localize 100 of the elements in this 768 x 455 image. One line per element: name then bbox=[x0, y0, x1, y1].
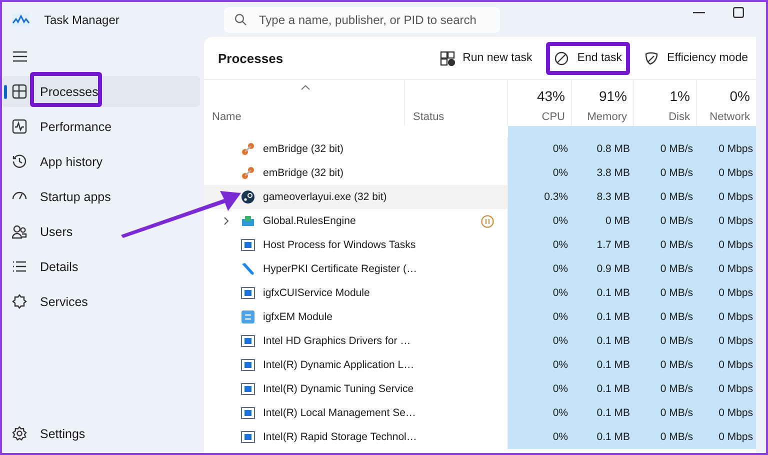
search-field[interactable]: Type a name, publisher, or PID to search bbox=[224, 6, 500, 32]
toolbar-icon bbox=[644, 50, 660, 66]
table-cell: 0 Mbps bbox=[697, 329, 756, 353]
sidebar-item[interactable]: App history bbox=[2, 146, 200, 177]
toolbar-button[interactable]: Efficiency mode bbox=[636, 42, 756, 74]
table-cell: 0 MB/s bbox=[634, 353, 697, 377]
table-cell: 0% bbox=[508, 305, 572, 329]
table-cell: 0 Mbps bbox=[697, 281, 756, 305]
table-cell: 0 Mbps bbox=[697, 137, 756, 161]
process-row[interactable]: Intel(R) Dynamic Application L… 0% 0.1 MB 0 MB/s 0 Mbps bbox=[204, 353, 756, 377]
process-name: Intel(R) Dynamic Tuning Service bbox=[263, 383, 414, 395]
process-row[interactable]: gameoverlayui.exe (32 bit) 0.3% 8.3 MB 0 MB/s 0 Mbps bbox=[204, 185, 756, 209]
toolbar-button[interactable]: Run new task bbox=[432, 42, 540, 74]
table-cell: 0% bbox=[508, 257, 572, 281]
table-cell: 0 MB/s bbox=[634, 257, 697, 281]
process-row[interactable]: Intel HD Graphics Drivers for … 0% 0.1 MB 0 MB/s 0 Mbps bbox=[204, 329, 756, 353]
sidebar-icon bbox=[12, 224, 27, 239]
table-cell: 0% bbox=[508, 401, 572, 425]
process-icon bbox=[241, 286, 255, 300]
process-row[interactable]: Intel(R) Rapid Storage Technol… 0% 0.1 MB 0 MB/s 0 Mbps bbox=[204, 425, 756, 449]
table-cell: 0 MB/s bbox=[634, 329, 697, 353]
process-icon bbox=[241, 358, 255, 372]
process-row[interactable]: HyperPKI Certificate Register (… 0% 0.9 MB 0 MB/s 0 Mbps bbox=[204, 257, 756, 281]
table-cell: 0 MB bbox=[572, 209, 634, 233]
table-cell: 0 MB/s bbox=[634, 185, 697, 209]
table-cell: 0 MB/s bbox=[634, 281, 697, 305]
sidebar-item[interactable]: Performance bbox=[2, 111, 200, 142]
expand-chevron-icon[interactable] bbox=[224, 217, 229, 225]
settings-item[interactable]: Settings bbox=[2, 418, 200, 449]
table-cell: 0 Mbps bbox=[697, 353, 756, 377]
table-cell: 0.3% bbox=[508, 185, 572, 209]
process-row[interactable]: Host Process for Windows Tasks 0% 1.7 MB 0 MB/s 0 Mbps bbox=[204, 233, 756, 257]
process-row[interactable]: igfxEM Module 0% 0.1 MB 0 MB/s 0 Mbps bbox=[204, 305, 756, 329]
process-icon bbox=[241, 190, 255, 204]
table-cell: 0% bbox=[508, 137, 572, 161]
table-cell: 0% bbox=[508, 377, 572, 401]
table-cell: 0 MB/s bbox=[634, 209, 697, 233]
process-name: Global.RulesEngine bbox=[263, 215, 356, 227]
process-row[interactable]: emBridge (32 bit) 0% 3.8 MB 0 MB/s 0 Mbps bbox=[204, 161, 756, 185]
sidebar-item[interactable]: Startup apps bbox=[2, 181, 200, 212]
table-cell: 0 Mbps bbox=[697, 233, 756, 257]
process-icon bbox=[241, 238, 255, 252]
process-row[interactable]: Intel(R) Local Management Se… 0% 0.1 MB 0 MB/s 0 Mbps bbox=[204, 401, 756, 425]
process-icon bbox=[241, 262, 255, 276]
sidebar-item[interactable]: Details bbox=[2, 251, 200, 282]
table-cell: 0 Mbps bbox=[697, 425, 756, 449]
table-cell: 0% bbox=[508, 209, 572, 233]
process-name: emBridge (32 bit) bbox=[263, 167, 344, 179]
process-row[interactable]: emBridge (32 bit) 0% 0.8 MB 0 MB/s 0 Mbps bbox=[204, 137, 756, 161]
table-cell: 0 MB/s bbox=[634, 233, 697, 257]
sidebar-item[interactable]: Users bbox=[2, 216, 200, 247]
process-name: Host Process for Windows Tasks bbox=[263, 239, 416, 251]
process-icon bbox=[241, 406, 255, 420]
table-cell: 0 Mbps bbox=[697, 377, 756, 401]
process-row[interactable]: Intel(R) Dynamic Tuning Service 0% 0.1 MB 0 MB/s 0 Mbps bbox=[204, 377, 756, 401]
process-name: Intel(R) Dynamic Application L… bbox=[263, 359, 414, 371]
sidebar-icon bbox=[12, 154, 27, 169]
process-name: Intel HD Graphics Drivers for … bbox=[263, 335, 411, 347]
process-name: gameoverlayui.exe (32 bit) bbox=[263, 191, 387, 203]
process-name: Intel(R) Rapid Storage Technol… bbox=[263, 431, 417, 443]
table-cell: 0 Mbps bbox=[697, 161, 756, 185]
sort-caret-icon[interactable] bbox=[300, 85, 310, 90]
table-cell: 0 MB/s bbox=[634, 401, 697, 425]
process-icon bbox=[241, 382, 255, 396]
table-cell: 0.1 MB bbox=[572, 305, 634, 329]
table-cell: 0.1 MB bbox=[572, 401, 634, 425]
table-cell: 0 MB/s bbox=[634, 161, 697, 185]
process-name: igfxCUIService Module bbox=[263, 287, 370, 299]
process-icon bbox=[241, 334, 255, 348]
process-row[interactable]: igfxCUIService Module 0% 0.1 MB 0 MB/s 0 Mbps bbox=[204, 281, 756, 305]
table-cell: 1.7 MB bbox=[572, 233, 634, 257]
process-name: HyperPKI Certificate Register (… bbox=[263, 263, 418, 275]
table-cell: 0.1 MB bbox=[572, 377, 634, 401]
sidebar-icon bbox=[12, 294, 27, 309]
minimize-icon[interactable] bbox=[693, 12, 705, 14]
process-name: emBridge (32 bit) bbox=[263, 143, 344, 155]
table-cell: 0 Mbps bbox=[697, 185, 756, 209]
menu-icon[interactable] bbox=[13, 51, 27, 62]
column-header[interactable]: Status bbox=[413, 111, 501, 123]
table-cell: 8.3 MB bbox=[572, 185, 634, 209]
table-cell: 0.8 MB bbox=[572, 137, 634, 161]
table-cell: 0 MB/s bbox=[634, 305, 697, 329]
process-icon bbox=[241, 166, 255, 180]
table-cell: 0 Mbps bbox=[697, 401, 756, 425]
toolbar-button[interactable]: End task bbox=[546, 42, 630, 74]
sidebar-icon bbox=[12, 84, 27, 99]
table-cell: 0 Mbps bbox=[697, 305, 756, 329]
toolbar-icon bbox=[554, 50, 570, 66]
table-cell: 0.1 MB bbox=[572, 353, 634, 377]
settings-icon bbox=[12, 426, 27, 441]
maximize-icon[interactable] bbox=[733, 7, 744, 18]
table-cell: 0 MB/s bbox=[634, 137, 697, 161]
process-icon bbox=[241, 310, 255, 324]
table-cell: 0.1 MB bbox=[572, 425, 634, 449]
process-icon bbox=[241, 214, 255, 228]
column-header[interactable]: Name bbox=[212, 111, 398, 123]
sidebar-item[interactable]: Services bbox=[2, 286, 200, 317]
process-name: igfxEM Module bbox=[263, 311, 332, 323]
process-row[interactable]: Global.RulesEngine 0% 0 MB 0 MB/s 0 Mbps bbox=[204, 209, 756, 233]
process-icon bbox=[241, 430, 255, 444]
